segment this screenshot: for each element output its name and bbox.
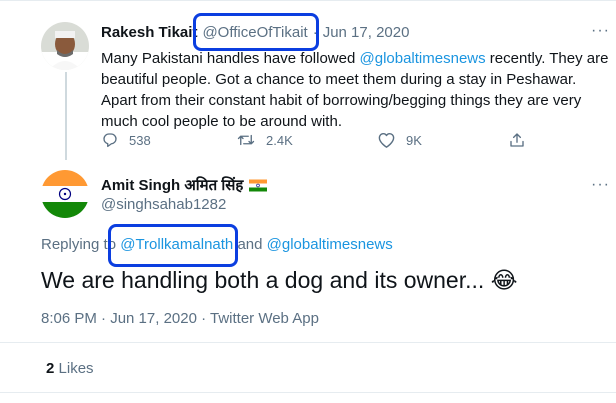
reply-count: 538 [129, 132, 151, 148]
reply-icon [103, 133, 117, 148]
replying-label: Replying to [41, 236, 117, 253]
tweet-text-part: Many Pakistani handles have followed [101, 50, 360, 67]
tweet2-header: Amit Singh अमित सिंह 🇮🇳 [101, 175, 268, 195]
avatar-amit-singh[interactable] [41, 170, 89, 218]
top-divider [0, 0, 616, 1]
share-icon [510, 133, 524, 147]
tweet-date[interactable]: Jun 17, 2020 [323, 24, 410, 41]
retweet-button[interactable]: 2.4K [236, 131, 293, 149]
reply-button[interactable]: 538 [101, 131, 151, 149]
like-icon [378, 132, 395, 148]
retweet-icon [237, 134, 255, 146]
tweet2-body: We are handling both a dog and its owner… [41, 265, 518, 295]
like-count: 9K [406, 132, 422, 148]
thread-connector-line [65, 72, 67, 160]
reply-mention-link[interactable]: @globaltimesnews [267, 236, 393, 253]
laughing-emoji: 😂 [490, 267, 518, 293]
like-button[interactable]: 9K [377, 131, 422, 149]
india-flag-icon [249, 179, 268, 191]
avatar-rakesh-tikait[interactable] [41, 22, 89, 70]
likes-label: Likes [58, 360, 94, 377]
divider [0, 392, 616, 393]
retweet-count: 2.4K [266, 132, 293, 148]
tweet-timestamp[interactable]: 8:06 PM · Jun 17, 2020 · Twitter Web App [41, 310, 319, 327]
likes-summary[interactable]: 2 Likes [46, 360, 94, 377]
mention-highlight-box [108, 224, 238, 267]
author-handle[interactable]: @singhsahab1282 [101, 196, 226, 213]
tweet1-body: Many Pakistani handles have followed @gl… [101, 48, 611, 132]
handle-highlight-box [193, 13, 319, 51]
author-name[interactable]: Amit Singh अमित सिंह [101, 175, 243, 195]
more-icon[interactable]: ··· [591, 176, 610, 194]
divider [0, 342, 616, 343]
author-name[interactable]: Rakesh Tikait [101, 24, 197, 41]
more-icon[interactable]: ··· [591, 22, 610, 40]
share-button[interactable] [508, 131, 526, 149]
mention-link[interactable]: @globaltimesnews [360, 50, 486, 67]
likes-count: 2 [46, 360, 55, 377]
tweet-text: We are handling both a dog and its owner… [41, 267, 485, 293]
replying-and: and [237, 236, 263, 253]
